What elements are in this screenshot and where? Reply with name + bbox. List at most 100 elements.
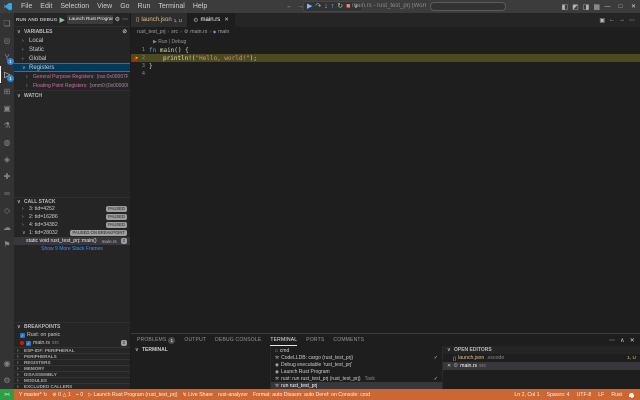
tab-debug-console[interactable]: DEBUG CONSOLE <box>215 334 261 346</box>
tab-main-rs[interactable]: ⚙ main.rs ✕ <box>188 13 235 27</box>
breadcrumb[interactable]: rust_test_prj › src › ⚙ main.rs › ◆ main <box>131 27 640 36</box>
more-actions-icon[interactable]: ⋯ <box>609 337 615 344</box>
git-branch-item[interactable]: Y master* ↻ <box>19 392 47 398</box>
configure-gear-icon[interactable]: ⚙ <box>115 16 120 23</box>
terminal-list-item[interactable]: ◉ Debug executable 'rust_test_prj' <box>271 361 442 368</box>
close-icon[interactable]: ✕ <box>447 363 451 369</box>
menu-terminal[interactable]: Terminal <box>154 3 188 10</box>
codelens-debug-link[interactable]: Debug <box>172 39 187 45</box>
menu-selection[interactable]: Selection <box>56 3 93 10</box>
code-line-3[interactable]: 3 } <box>131 62 640 70</box>
extension-icon[interactable]: ⚑ <box>0 236 14 253</box>
extension-icon[interactable]: ∞ <box>0 185 14 202</box>
explorer-icon[interactable]: ❏ <box>0 15 14 32</box>
breadcrumb-folder[interactable]: src <box>171 29 178 35</box>
terminal-list-item-selected[interactable]: ⚒ run rust_test_prj <box>271 382 442 389</box>
debug-restart-icon[interactable]: ↻ <box>337 2 343 11</box>
lldb-status-item[interactable]: Format: auto Disasm: auto Deref: on Cons… <box>253 392 370 398</box>
launch-config-dropdown[interactable]: Launch Rust Program (ru ∨ <box>66 15 113 24</box>
variables-section-header[interactable]: ∨ VARIABLES ⊘ <box>14 26 130 36</box>
code-line-2-current[interactable]: ➤ 2 println!("Hello, world!"); <box>131 54 640 62</box>
debug-step-into-icon[interactable]: ↓ <box>324 2 328 11</box>
maximize-button[interactable]: □ <box>614 4 627 10</box>
debug-target-item[interactable]: ▷ Launch Rust Program (rust_test_prj) <box>88 392 177 398</box>
breadcrumb-file[interactable]: main.rs <box>190 29 207 35</box>
nav-back-icon[interactable]: ← <box>286 3 293 10</box>
remote-explorer-icon[interactable]: ▣ <box>0 100 14 117</box>
more-actions-icon[interactable]: ⋯ <box>122 16 128 23</box>
breadcrumb-symbol[interactable]: main <box>218 29 229 35</box>
checkbox-checked-icon[interactable]: ✓ <box>26 340 31 346</box>
more-actions-icon[interactable]: ⋯ <box>629 17 635 24</box>
menu-go[interactable]: Go <box>116 3 133 10</box>
maximize-panel-icon[interactable]: ∧ <box>620 337 625 344</box>
breadcrumb-project[interactable]: rust_test_prj <box>137 29 166 35</box>
variables-scope-local[interactable]: › Local <box>14 36 130 45</box>
search-icon[interactable]: ◎ <box>0 32 14 49</box>
toggle-panel-icon[interactable]: ◩ <box>572 3 579 11</box>
extension-icon[interactable]: ✚ <box>0 168 14 185</box>
extension-icon[interactable]: ☁ <box>0 219 14 236</box>
tab-ports[interactable]: PORTS <box>306 334 324 346</box>
encoding-item[interactable]: UTF-8 <box>577 392 592 398</box>
breakpoint-row[interactable]: ✓ Rust: on panic <box>14 331 130 339</box>
back-icon[interactable]: ← <box>609 17 615 23</box>
terminal-list-item[interactable]: ⚒ rust: run rust_test_prj (rust_test_prj… <box>271 375 442 382</box>
menu-file[interactable]: File <box>17 3 36 10</box>
line-number[interactable]: 4 <box>131 71 149 77</box>
tab-terminal[interactable]: TERMINAL <box>270 334 298 346</box>
terminal-list-item[interactable]: ⚒ CodeLLDB: cargo (rust_test_prj) ✓ <box>271 354 442 361</box>
run-icon[interactable]: ▶ <box>153 39 157 45</box>
menu-view[interactable]: View <box>93 3 116 10</box>
tab-output[interactable]: OUTPUT <box>184 334 206 346</box>
call-stack-thread-row[interactable]: › 4: tid=34382 PAUSED <box>14 221 130 229</box>
call-stack-thread-row[interactable]: › 3: tid=4252 PAUSED <box>14 205 130 213</box>
close-button[interactable]: ✕ <box>627 3 640 10</box>
code-line-1[interactable]: 1 fn main() { <box>131 46 640 54</box>
line-number[interactable]: 1 <box>131 47 149 53</box>
watch-section-header[interactable]: ∨ WATCH <box>14 90 130 100</box>
extension-icon[interactable]: ◈ <box>0 151 14 168</box>
tab-problems[interactable]: PROBLEMS 1 <box>137 334 176 346</box>
variables-scope-static[interactable]: › Static <box>14 45 130 54</box>
line-number[interactable]: 3 <box>131 63 149 69</box>
call-stack-thread-row[interactable]: › 2: tid=16286 PAUSED <box>14 213 130 221</box>
cursor-position-item[interactable]: Ln 2, Col 1 <box>514 392 539 398</box>
eol-item[interactable]: LF <box>598 392 604 398</box>
split-editor-icon[interactable]: ▣ <box>599 17 605 24</box>
debug-step-over-icon[interactable]: ↷ <box>315 2 321 11</box>
tab-comments[interactable]: COMMENTS <box>333 334 364 346</box>
open-editor-item-main-rs[interactable]: ✕ ⚙ main.rs src <box>443 362 640 370</box>
register-group-row[interactable]: › Floating Point Registers: {xmm0:{0x000… <box>14 81 130 90</box>
open-editor-item-launch-json[interactable]: {} launch.json .vscode 1, U <box>443 354 640 362</box>
toggle-secondary-sidebar-icon[interactable]: ◨ <box>583 3 590 11</box>
extension-icon[interactable]: ◍ <box>0 134 14 151</box>
terminal-list-item[interactable]: ◉ Launch Rust Program <box>271 368 442 375</box>
call-stack-thread-row[interactable]: ∨ 1: tid=28032 PAUSED ON BREAKPOINT <box>14 229 130 237</box>
menu-run[interactable]: Run <box>134 3 155 10</box>
indentation-item[interactable]: Spaces: 4 <box>546 392 569 398</box>
checkbox-checked-icon[interactable]: ✓ <box>20 332 25 338</box>
menu-help[interactable]: Help <box>189 3 211 10</box>
source-control-icon[interactable]: Y 1 <box>0 49 14 66</box>
variables-action-icon[interactable]: ⊘ <box>122 29 127 35</box>
rust-analyzer-item[interactable]: rust-analyzer <box>218 392 248 398</box>
menu-edit[interactable]: Edit <box>36 3 56 10</box>
close-tab-icon[interactable]: ✕ <box>224 17 229 23</box>
extensions-icon[interactable]: ⊞ <box>0 83 14 100</box>
show-more-stack-frames-link[interactable]: Show 9 More Stack Frames <box>14 245 130 253</box>
remote-indicator[interactable]: >< <box>0 389 14 400</box>
code-editor[interactable]: ▶ Run | Debug 1 fn main() { ➤ 2 println!… <box>131 38 640 78</box>
variables-scope-registers[interactable]: ∨ Registers <box>14 63 130 72</box>
problems-status-item[interactable]: ⊘ 0 △ 1 <box>52 392 70 398</box>
customize-layout-icon[interactable]: ▦ <box>593 3 600 11</box>
variables-scope-global[interactable]: › Global <box>14 54 130 63</box>
extension-status-item[interactable]: ⌁ 0 <box>76 392 83 398</box>
codelens-run-link[interactable]: Run <box>158 39 167 45</box>
tab-launch-json[interactable]: {} launch.json 1, U <box>131 13 189 27</box>
minimize-button[interactable]: — <box>601 4 614 10</box>
call-stack-section-header[interactable]: ∨ CALL STACK <box>14 197 130 205</box>
start-debug-icon[interactable]: ▶ <box>59 16 64 24</box>
register-group-row[interactable]: › General Purpose Registers: {rax:0x0000… <box>14 72 130 81</box>
terminal-output-area[interactable]: ∨ TERMINAL <box>131 346 271 389</box>
